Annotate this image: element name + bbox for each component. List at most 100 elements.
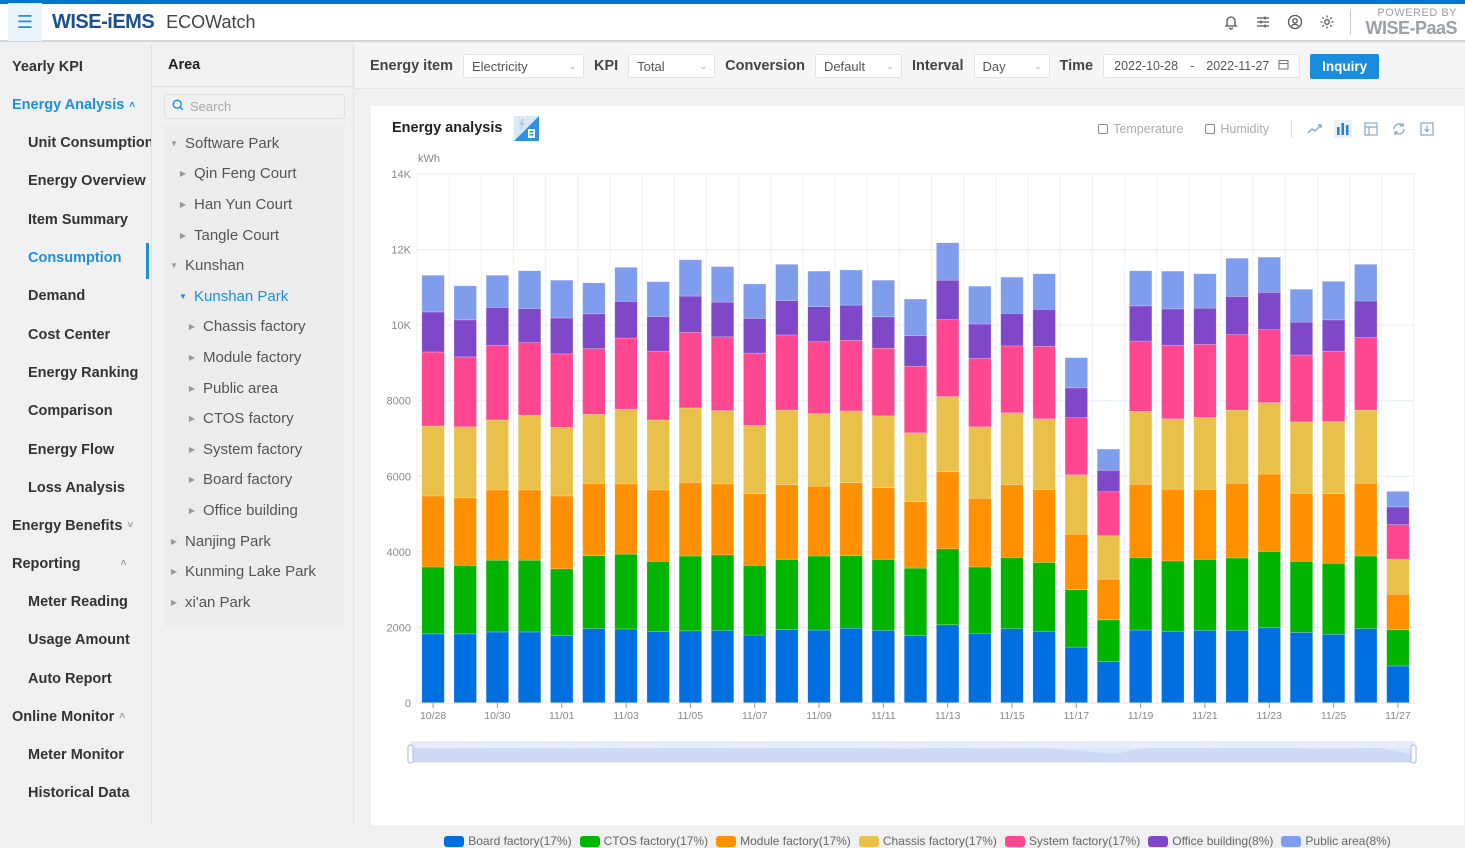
bar-segment-chassis-factory[interactable] [871, 415, 895, 488]
bar-segment-system-factory[interactable] [1257, 329, 1281, 403]
bar-segment-module-factory[interactable] [743, 493, 767, 566]
tree-node-public-area[interactable]: ▶ Public area [164, 373, 345, 404]
bar-segment-ctos-factory[interactable] [1257, 551, 1281, 629]
bar-segment-public-area[interactable] [968, 285, 992, 325]
bar-segment-board-factory[interactable] [936, 624, 960, 704]
bar-segment-public-area[interactable] [743, 283, 767, 319]
bar-segment-office-building[interactable] [1322, 319, 1346, 352]
bar-segment-module-factory[interactable] [968, 497, 992, 568]
bar-segment-office-building[interactable] [1129, 305, 1153, 342]
bar-segment-chassis-factory[interactable] [1386, 558, 1410, 595]
bar-segment-ctos-factory[interactable] [710, 554, 735, 631]
bar-segment-board-factory[interactable] [646, 631, 670, 704]
bar-segment-system-factory[interactable] [775, 334, 799, 411]
bar-segment-ctos-factory[interactable] [1193, 559, 1217, 631]
bar-segment-system-factory[interactable] [839, 339, 863, 412]
bar-segment-chassis-factory[interactable] [807, 413, 831, 487]
bar-segment-public-area[interactable] [936, 242, 960, 281]
bar-segment-system-factory[interactable] [1193, 344, 1217, 418]
bar-segment-ctos-factory[interactable] [1000, 557, 1024, 629]
bell-icon[interactable] [1222, 13, 1240, 31]
tree-node-ctos-factory[interactable]: ▶ CTOS factory [164, 403, 345, 434]
bar-segment-module-factory[interactable] [1289, 492, 1313, 562]
bar-segment-public-area[interactable] [1257, 256, 1281, 293]
bar-segment-system-factory[interactable] [614, 337, 638, 410]
bar-segment-office-building[interactable] [614, 301, 638, 339]
caret-right-icon[interactable]: ▶ [177, 200, 189, 209]
sidebar-item-item-summary[interactable]: Item Summary [0, 201, 151, 239]
tree-node-office-building[interactable]: ▶ Office building [164, 495, 345, 526]
bar-segment-ctos-factory[interactable] [1225, 557, 1249, 631]
bar-segment-public-area[interactable] [1096, 448, 1121, 471]
interval-select[interactable]: Day ⌄ [973, 54, 1050, 78]
bar-segment-module-factory[interactable] [1322, 493, 1346, 564]
sidebar-item-unit-consumption[interactable]: Unit Consumption [0, 124, 151, 162]
bar-segment-public-area[interactable] [518, 270, 542, 309]
bar-segment-ctos-factory[interactable] [485, 559, 509, 633]
sidebar-item-cost-center[interactable]: Cost Center [0, 315, 151, 353]
bar-segment-module-factory[interactable] [1129, 483, 1153, 558]
bar-segment-ctos-factory[interactable] [807, 555, 831, 631]
bar-segment-system-factory[interactable] [903, 366, 928, 434]
bar-segment-system-factory[interactable] [678, 332, 702, 409]
bar-segment-office-building[interactable] [1064, 387, 1088, 419]
bar-segment-public-area[interactable] [1386, 491, 1410, 508]
bar-segment-chassis-factory[interactable] [839, 410, 863, 484]
caret-right-icon[interactable]: ▶ [168, 537, 180, 546]
legend-item-module-factory[interactable]: Module factory(17%) [716, 834, 851, 848]
bar-segment-public-area[interactable] [646, 281, 670, 317]
bar-segment-system-factory[interactable] [710, 336, 735, 411]
caret-right-icon[interactable]: ▶ [168, 598, 180, 607]
bar-segment-board-factory[interactable] [1257, 627, 1281, 704]
legend-item-ctos-factory[interactable]: CTOS factory(17%) [579, 834, 708, 848]
bar-segment-office-building[interactable] [968, 323, 992, 359]
legend-item-public-area[interactable]: Public area(8%) [1281, 834, 1391, 848]
bar-segment-board-factory[interactable] [1129, 629, 1153, 704]
zoom-slider-right-handle[interactable] [1410, 744, 1417, 764]
caret-right-icon[interactable]: ▶ [186, 384, 198, 393]
bar-segment-public-area[interactable] [453, 285, 477, 321]
bar-segment-ctos-factory[interactable] [1322, 562, 1346, 635]
bar-segment-public-area[interactable] [807, 270, 831, 307]
bar-segment-chassis-factory[interactable] [903, 432, 928, 502]
bar-segment-module-factory[interactable] [453, 497, 477, 566]
filter-settings-icon[interactable] [1254, 13, 1272, 31]
bar-segment-module-factory[interactable] [1096, 578, 1121, 621]
caret-down-icon[interactable]: ▼ [168, 139, 180, 148]
bar-segment-system-factory[interactable] [1000, 345, 1024, 414]
bar-segment-public-area[interactable] [1000, 276, 1024, 314]
area-search-input[interactable]: Search [164, 94, 345, 119]
bar-segment-office-building[interactable] [1161, 308, 1185, 346]
bar-segment-ctos-factory[interactable] [903, 567, 928, 636]
bar-segment-module-factory[interactable] [807, 485, 831, 557]
tree-node-chassis-factory[interactable]: ▶ Chassis factory [164, 312, 345, 343]
bar-segment-module-factory[interactable] [903, 501, 928, 569]
bar-segment-module-factory[interactable] [1064, 533, 1088, 590]
bar-segment-board-factory[interactable] [1354, 628, 1378, 704]
sidebar-group-energy-analysis[interactable]: Energy Analysis ˄ [0, 86, 151, 124]
bar-segment-board-factory[interactable] [743, 634, 767, 704]
bar-segment-public-area[interactable] [1064, 357, 1088, 389]
bar-segment-module-factory[interactable] [678, 482, 702, 557]
bar-segment-office-building[interactable] [710, 301, 735, 338]
caret-down-icon[interactable]: ▼ [168, 261, 180, 270]
bar-segment-public-area[interactable] [1161, 270, 1185, 310]
bar-segment-office-building[interactable] [550, 317, 574, 355]
bar-segment-system-factory[interactable] [1225, 334, 1249, 411]
bar-segment-public-area[interactable] [775, 264, 799, 301]
bar-segment-chassis-factory[interactable] [1289, 421, 1313, 494]
bar-segment-public-area[interactable] [678, 259, 702, 297]
bar-segment-system-factory[interactable] [871, 347, 895, 417]
bar-segment-public-area[interactable] [839, 269, 863, 306]
bar-segment-office-building[interactable] [1096, 469, 1121, 493]
bar-segment-chassis-factory[interactable] [485, 419, 509, 491]
bar-segment-office-building[interactable] [1225, 296, 1249, 335]
sidebar-group-yearly-kpi[interactable]: Yearly KPI [0, 48, 151, 86]
bar-segment-public-area[interactable] [1225, 257, 1249, 297]
sidebar-item-auto-report[interactable]: Auto Report [0, 660, 151, 698]
bar-segment-public-area[interactable] [903, 298, 928, 337]
caret-right-icon[interactable]: ▶ [186, 445, 198, 454]
legend-item-chassis-factory[interactable]: Chassis factory(17%) [858, 834, 997, 848]
energy-item-select[interactable]: Electricity ⌄ [463, 54, 584, 78]
sidebar-item-meter-monitor[interactable]: Meter Monitor [0, 736, 151, 774]
